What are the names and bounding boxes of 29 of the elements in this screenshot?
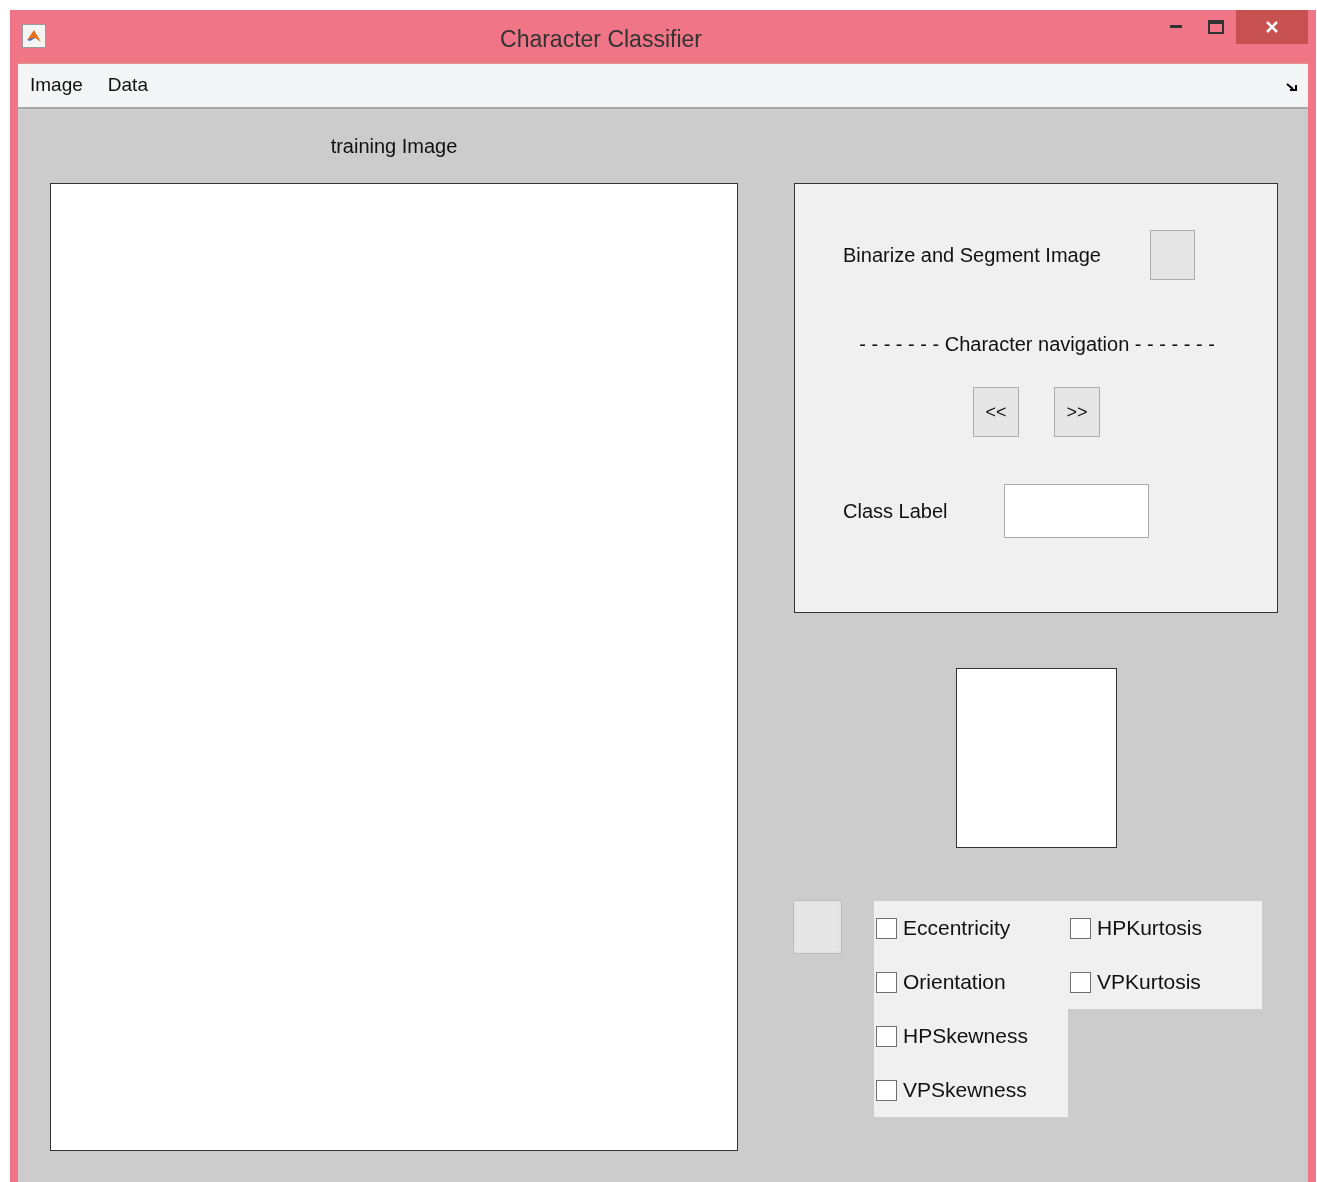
axes-title: training Image bbox=[330, 134, 458, 159]
app-logo-icon bbox=[22, 24, 46, 48]
class-label: Class Label bbox=[843, 499, 949, 524]
menu-item[interactable]: Data bbox=[107, 71, 148, 100]
checkbox-label: Orientation bbox=[903, 969, 1006, 996]
checkbox-label: VPKurtosis bbox=[1097, 969, 1201, 996]
binarize-label: Binarize and Segment Image bbox=[843, 243, 1101, 268]
menu-item[interactable]: Image bbox=[30, 71, 83, 100]
checkbox[interactable] bbox=[876, 1079, 897, 1101]
toggle-button[interactable] bbox=[1150, 230, 1195, 280]
checkbox-label: HPSkewness bbox=[903, 1023, 1028, 1050]
next-button[interactable]: >> bbox=[1054, 387, 1100, 437]
checkbox[interactable] bbox=[876, 971, 897, 993]
dock-arrow-icon[interactable] bbox=[1286, 83, 1298, 93]
checkbox[interactable] bbox=[1070, 971, 1091, 993]
checkbox[interactable] bbox=[876, 917, 897, 939]
checkbox[interactable] bbox=[1070, 917, 1091, 939]
close-button[interactable] bbox=[1236, 10, 1308, 44]
close-icon bbox=[1265, 20, 1279, 34]
minimize-icon bbox=[1170, 25, 1182, 29]
navigation-label: - - - - - - - Character navigation - - - - - - - bbox=[859, 332, 1215, 357]
window-title: Character Classifier bbox=[500, 25, 702, 54]
previous-button[interactable]: << bbox=[973, 387, 1019, 437]
class-label-field[interactable] bbox=[1004, 484, 1149, 538]
checkbox-label: Eccentricity bbox=[903, 915, 1011, 942]
checkbox-label: VPSkewness bbox=[903, 1077, 1027, 1104]
checkbox[interactable] bbox=[876, 1025, 897, 1047]
checkbox-label: HPKurtosis bbox=[1097, 915, 1203, 942]
maximize-icon bbox=[1208, 20, 1224, 34]
